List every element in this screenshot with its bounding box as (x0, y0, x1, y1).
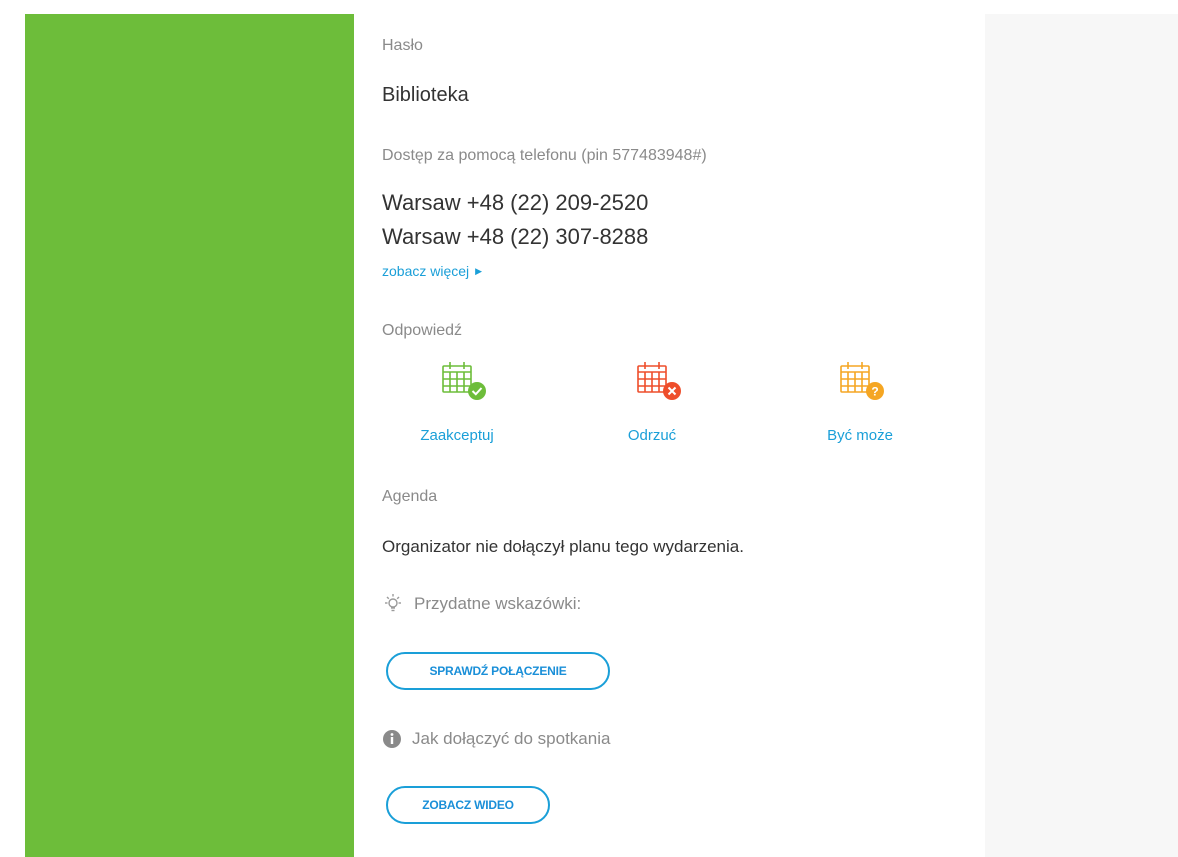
calendar-maybe-icon: ? (840, 362, 884, 400)
accept-button[interactable]: Zaakceptuj (382, 360, 532, 450)
accept-label: Zaakceptuj (420, 427, 494, 444)
maybe-button[interactable]: ? Być może (772, 360, 922, 450)
join-help-label: Jak dołączyć do spotkania (412, 729, 611, 748)
svg-text:?: ? (871, 385, 878, 399)
tips-row: Przydatne wskazówki: (382, 593, 581, 615)
decline-button[interactable]: Odrzuć (577, 360, 727, 450)
tips-label: Przydatne wskazówki: (414, 594, 582, 613)
sidebar-panel (25, 14, 354, 857)
decline-label: Odrzuć (627, 427, 677, 444)
phone-number-1: Warsaw +48 (22) 209-2520 (382, 190, 649, 215)
watch-video-button[interactable]: ZOBACZ WIDEO (386, 786, 550, 824)
password-value: Biblioteka (382, 84, 469, 106)
calendar-decline-icon (637, 362, 681, 400)
password-label: Hasło (382, 37, 423, 54)
lightbulb-icon (385, 594, 401, 612)
see-more-label: zobacz więcej (382, 263, 470, 279)
phone-access-label: Dostęp za pomocą telefonu (pin 577483948… (382, 147, 707, 164)
join-help-row: Jak dołączyć do spotkania (382, 729, 610, 749)
calendar-accept-icon (442, 362, 486, 400)
agenda-label: Agenda (382, 488, 438, 505)
triangle-right-icon: ▶ (475, 266, 483, 276)
response-label: Odpowiedź (382, 322, 463, 339)
info-icon (383, 730, 401, 748)
phone-number-2: Warsaw +48 (22) 307-8288 (382, 224, 649, 249)
maybe-label: Być może (827, 427, 893, 444)
agenda-text: Organizator nie dołączył planu tego wyda… (382, 537, 744, 556)
see-more-link[interactable]: zobacz więcej ▶ (382, 263, 482, 279)
meeting-details: Hasło Biblioteka Dostęp za pomocą telefo… (382, 0, 972, 857)
check-connection-button[interactable]: SPRAWDŹ POŁĄCZENIE (386, 652, 610, 690)
right-panel (985, 14, 1178, 857)
